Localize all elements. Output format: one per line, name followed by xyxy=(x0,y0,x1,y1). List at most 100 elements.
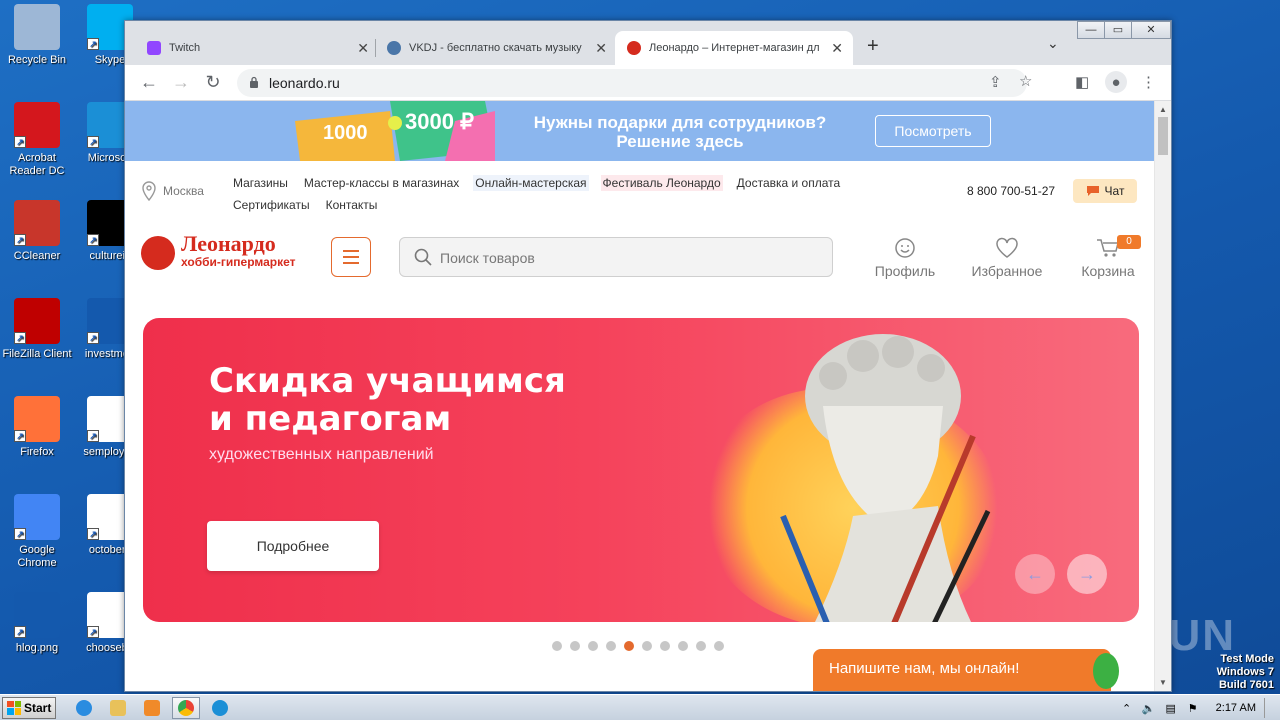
search-input[interactable] xyxy=(440,246,820,270)
logo-tagline: хобби-гипермаркет xyxy=(181,255,296,269)
nav-link-stores[interactable]: Магазины xyxy=(231,175,290,191)
taskbar-media[interactable] xyxy=(138,697,166,719)
slider-dot[interactable] xyxy=(624,641,634,651)
hero-more-button[interactable]: Подробнее xyxy=(207,521,379,571)
slider-dot[interactable] xyxy=(552,641,562,651)
desktop-icon[interactable]: Recycle Bin xyxy=(0,4,74,67)
slider-dot[interactable] xyxy=(606,641,616,651)
tab-strip: Twitch ✕ VKDJ - бесплатно скачать музыку… xyxy=(125,21,1171,65)
maximize-button[interactable]: ▭ xyxy=(1104,21,1132,39)
cart-count-badge: 0 xyxy=(1117,235,1141,249)
close-window-button[interactable]: ✕ xyxy=(1131,21,1171,39)
tab-search-button[interactable]: ⌄ xyxy=(1047,35,1059,52)
tray-expand-icon[interactable]: ⌃ xyxy=(1120,701,1134,715)
windows-logo-icon xyxy=(7,700,21,715)
close-icon[interactable]: ✕ xyxy=(595,40,607,57)
catalog-menu-button[interactable] xyxy=(331,237,371,277)
new-tab-button[interactable]: + xyxy=(867,35,879,58)
slider-next-arrow-icon[interactable]: → xyxy=(1067,554,1107,594)
nav-link-online-workshop[interactable]: Онлайн-мастерская xyxy=(473,175,589,191)
city-selector[interactable]: Москва xyxy=(141,181,204,201)
gift-cards-art: 1000 3000 ₽ xyxy=(295,101,495,161)
network-icon[interactable]: ▤ xyxy=(1164,701,1178,715)
slider-dot[interactable] xyxy=(588,641,598,651)
bookmark-star-icon[interactable]: ☆ xyxy=(1019,72,1032,90)
chat-bubble-icon xyxy=(1086,186,1099,196)
tab-title: Twitch xyxy=(169,42,201,54)
slider-dot[interactable] xyxy=(678,641,688,651)
taskbar-edge[interactable] xyxy=(206,697,234,719)
internet-explorer-icon xyxy=(76,699,92,716)
top-navigation: Москва Магазины Мастер-классы в магазина… xyxy=(125,161,1155,217)
menu-dots-icon[interactable]: ⋮ xyxy=(1141,73,1156,91)
logo-name: Леонардо xyxy=(181,231,276,256)
slider-dot[interactable] xyxy=(696,641,706,651)
desktop-icon-label: Recycle Bin xyxy=(7,54,67,66)
slider-prev-arrow-icon[interactable]: ← xyxy=(1015,554,1055,594)
address-bar[interactable]: leonardo.ru ⇪ ☆ xyxy=(237,69,1032,97)
taskbar-chrome[interactable] xyxy=(172,696,200,719)
recycle-bin-icon xyxy=(14,4,60,50)
side-panel-icon[interactable]: ◧ xyxy=(1075,73,1089,91)
desktop-icon[interactable]: ↗ Acrobat Reader DC xyxy=(0,102,74,178)
start-button[interactable]: Start xyxy=(2,696,56,719)
clock[interactable]: 2:17 AM xyxy=(1216,702,1256,714)
slider-dot[interactable] xyxy=(570,641,580,651)
page-scrollbar[interactable]: ▲ ▼ xyxy=(1154,101,1171,691)
taskbar: Start ⌃ 🔈 ▤ ⚑ 2:17 AM xyxy=(0,694,1280,720)
profile-label: Профиль xyxy=(874,263,936,279)
phone-number[interactable]: 8 800 700-51-27 xyxy=(967,184,1055,198)
slider-dot[interactable] xyxy=(642,641,652,651)
desktop-icon[interactable]: ↗ hlog.png xyxy=(0,592,74,655)
scrollbar-thumb[interactable] xyxy=(1158,117,1168,155)
volume-icon[interactable]: 🔈 xyxy=(1142,701,1156,715)
chrome-icon xyxy=(178,699,194,716)
nav-link-certificates[interactable]: Сертификаты xyxy=(231,197,312,213)
taskbar-explorer[interactable] xyxy=(104,697,132,719)
back-button[interactable]: ← xyxy=(137,71,161,95)
desktop-icon[interactable]: ↗ Firefox xyxy=(0,396,74,459)
tab-vkdj[interactable]: VKDJ - бесплатно скачать музыку ✕ xyxy=(387,31,607,65)
site-header: Леонардо хобби-гипермаркет Профиль Избра… xyxy=(125,217,1155,295)
online-chat-widget[interactable]: Напишите нам, мы онлайн! xyxy=(813,649,1119,691)
desktop-icon-label: Google Chrome xyxy=(17,544,57,569)
share-icon[interactable]: ⇪ xyxy=(989,73,1002,91)
favorites-button[interactable]: Избранное xyxy=(963,235,1051,279)
browser-toolbar: ← → ↻ leonardo.ru ⇪ ☆ ◧ ● ⋮ xyxy=(125,65,1171,101)
minimize-button[interactable]: — xyxy=(1077,21,1105,39)
desktop-icon[interactable]: ↗ FileZilla Client xyxy=(0,298,74,361)
taskbar-ie[interactable] xyxy=(70,697,98,719)
tab-twitch[interactable]: Twitch ✕ xyxy=(147,31,369,65)
desktop-icon[interactable]: ↗ CCleaner xyxy=(0,200,74,263)
profile-avatar-icon[interactable]: ● xyxy=(1105,71,1127,93)
reload-button[interactable]: ↻ xyxy=(201,71,225,95)
close-icon[interactable]: ✕ xyxy=(831,40,843,57)
leonardo-logo[interactable]: Леонардо хобби-гипермаркет xyxy=(141,231,296,271)
promo-view-button[interactable]: Посмотреть xyxy=(875,115,991,147)
slider-dot[interactable] xyxy=(660,641,670,651)
url-text[interactable]: leonardo.ru xyxy=(269,75,340,91)
hero-slide[interactable]: Скидка учащимся и педагогам художественн… xyxy=(143,318,1139,622)
show-desktop-button[interactable] xyxy=(1264,698,1274,718)
chat-button[interactable]: Чат xyxy=(1073,179,1137,203)
desktop-icon-label: hlog.png xyxy=(15,642,59,654)
nav-link-master-classes[interactable]: Мастер-классы в магазинах xyxy=(302,175,461,191)
nav-link-delivery[interactable]: Доставка и оплата xyxy=(735,175,843,191)
profile-button[interactable]: Профиль xyxy=(865,235,945,279)
promo-banner[interactable]: 1000 3000 ₽ Нужны подарки для сотруднико… xyxy=(125,101,1155,161)
location-pin-icon xyxy=(142,181,156,201)
close-icon[interactable]: ✕ xyxy=(357,40,369,57)
desktop-icon[interactable]: ↗ Google Chrome xyxy=(0,494,74,570)
action-center-icon[interactable]: ⚑ xyxy=(1186,701,1200,715)
firefox-icon: ↗ xyxy=(14,396,60,442)
tab-leonardo[interactable]: Леонардо – Интернет-магазин дл ✕ xyxy=(615,31,853,65)
slider-dot[interactable] xyxy=(714,641,724,651)
nav-link-festival[interactable]: Фестиваль Леонардо xyxy=(600,175,723,191)
forward-button[interactable]: → xyxy=(169,71,193,95)
cart-button[interactable]: Корзина 0 xyxy=(1075,235,1141,279)
promo-amount-3000: 3000 ₽ xyxy=(405,109,474,134)
nav-link-contacts[interactable]: Контакты xyxy=(324,197,380,213)
page-viewport: 1000 3000 ₽ Нужны подарки для сотруднико… xyxy=(125,101,1155,691)
filezilla-icon: ↗ xyxy=(14,298,60,344)
hero-subtitle: художественных направлений xyxy=(209,446,434,463)
